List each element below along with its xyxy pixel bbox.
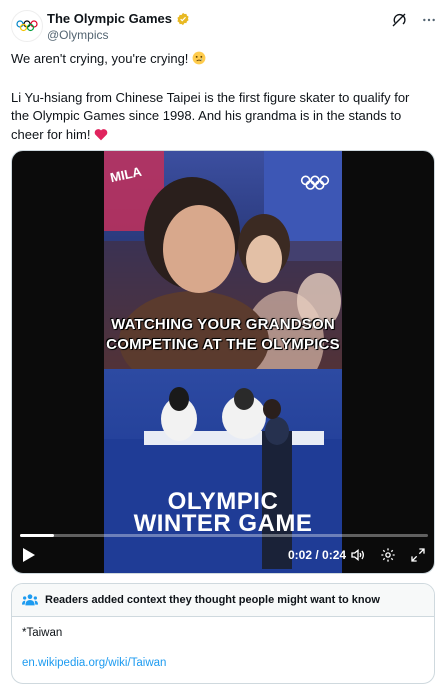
video-player[interactable]: MILA WATCHING YOUR GRANDSON COMPETING AT…	[11, 150, 435, 574]
olympic-rings-watermark-icon	[300, 175, 330, 190]
video-caption-line-1: WATCHING YOUR GRANDSON	[111, 316, 335, 333]
account-name-row[interactable]: The Olympic Games	[47, 11, 190, 26]
volume-icon[interactable]	[350, 547, 366, 563]
video-caption-line-2: COMPETING AT THE OLYMPICS	[106, 336, 340, 353]
tweet-line-1: We aren't crying, you're crying!	[11, 51, 189, 66]
video-progress-fill	[20, 534, 54, 537]
banner-line-2: WINTER GAME	[133, 510, 313, 537]
olympic-rings-icon	[16, 20, 38, 32]
community-note: Readers added context they thought peopl…	[11, 583, 435, 684]
video-frame[interactable]: MILA WATCHING YOUR GRANDSON COMPETING AT…	[104, 151, 342, 573]
tweet-line-2: Li Yu-hsiang from Chinese Taipei is the …	[11, 89, 410, 142]
tweet-header: The Olympic Games @Olympics	[11, 8, 437, 44]
people-icon	[22, 594, 38, 606]
header-actions	[391, 12, 437, 28]
video-caption: WATCHING YOUR GRANDSON COMPETING AT THE …	[104, 315, 342, 355]
verified-badge-icon	[177, 12, 189, 25]
crying-face-icon	[192, 51, 206, 71]
heart-icon	[94, 128, 108, 147]
video-controls: 0:02 / 0:24	[12, 543, 434, 567]
video-progress-bar[interactable]	[20, 534, 428, 537]
video-control-icons	[350, 547, 426, 563]
tweet-paragraph-2: Li Yu-hsiang from Chinese Taipei is the …	[11, 89, 431, 147]
community-note-heading: Readers added context they thought peopl…	[45, 594, 380, 606]
settings-gear-icon[interactable]	[380, 547, 396, 563]
account-handle[interactable]: @Olympics	[47, 28, 109, 42]
play-icon[interactable]	[22, 547, 36, 563]
grok-icon[interactable]	[391, 12, 407, 28]
community-note-text: *Taiwan	[22, 627, 63, 639]
tweet-text: We aren't crying, you're crying! Li Yu-h…	[11, 50, 431, 164]
account-name[interactable]: The Olympic Games	[47, 11, 172, 26]
community-note-body: *Taiwan en.wikipedia.org/wiki/Taiwan	[12, 617, 434, 669]
community-note-link[interactable]: en.wikipedia.org/wiki/Taiwan	[22, 657, 424, 669]
fullscreen-icon[interactable]	[410, 547, 426, 563]
avatar[interactable]	[11, 10, 43, 42]
tweet-paragraph-1: We aren't crying, you're crying!	[11, 50, 431, 71]
olympic-winter-games-banner: OLYMPIC WINTER GAME	[104, 490, 342, 537]
community-note-header: Readers added context they thought peopl…	[12, 584, 434, 617]
more-options-icon[interactable]	[421, 12, 437, 28]
video-scene-top: MILA WATCHING YOUR GRANDSON COMPETING AT…	[104, 151, 342, 391]
video-time: 0:02 / 0:24	[288, 548, 347, 562]
